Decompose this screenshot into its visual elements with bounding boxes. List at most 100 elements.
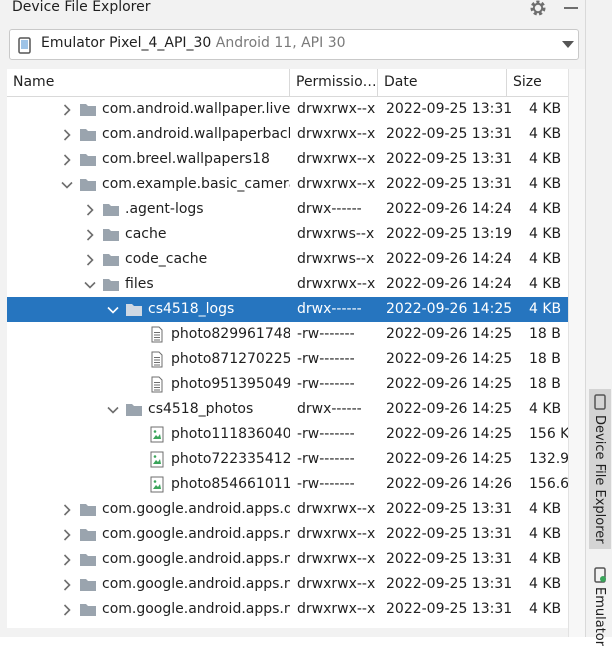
- table-row[interactable]: com.example.basic_camera drwxrwx--x 2022-0…: [7, 172, 568, 197]
- permissions-cell: drwxrws--x: [297, 226, 375, 242]
- horizontal-scrollbar[interactable]: [7, 628, 568, 637]
- chevron-right-icon[interactable]: [84, 204, 96, 216]
- tab-device-file-explorer[interactable]: Device File Explorer: [589, 389, 611, 549]
- chevron-right-icon[interactable]: [84, 229, 96, 241]
- device-dropdown[interactable]: Emulator Pixel_4_API_30 Android 11, API …: [9, 29, 579, 60]
- permissions-cell: drwxrwx--x: [297, 101, 376, 117]
- name-cell: com.example.basic_camera: [7, 172, 290, 197]
- table-row[interactable]: com.google.android.apps.m drwxrwx--x 2022-…: [7, 522, 568, 547]
- folder-icon: [103, 204, 119, 216]
- table-row[interactable]: com.android.wallpaperback drwxrwx--x 2022-…: [7, 122, 568, 147]
- column-header-name[interactable]: Name: [7, 69, 290, 96]
- folder-icon: [80, 604, 96, 616]
- chevron-right-icon[interactable]: [61, 604, 73, 616]
- device-label: Emulator Pixel_4_API_30 Android 11, API …: [41, 35, 346, 51]
- table-row[interactable]: com.google.android.apps.ne drwxrwx--x 2022…: [7, 597, 568, 622]
- permissions-cell: drwxrwx--x: [297, 276, 376, 292]
- chevron-right-icon[interactable]: [61, 554, 73, 566]
- size-cell: 4 KB: [529, 126, 562, 142]
- name-cell: code_cache: [7, 247, 290, 272]
- gear-icon[interactable]: [528, 0, 548, 18]
- date-cell: 2022-09-25 13:31: [386, 101, 511, 117]
- table-row[interactable]: com.google.android.apps.ne drwxrwx--x 2022…: [7, 572, 568, 597]
- name-cell: photo8546610113: [7, 472, 290, 497]
- name-cell: photo8712702256: [7, 347, 290, 372]
- table-row[interactable]: .agent-logs drwx------ 2022-09-26 14:24 4 K…: [7, 197, 568, 222]
- file-name: com.google.android.apps.do: [102, 501, 290, 517]
- vertical-scrollbar[interactable]: [568, 69, 586, 637]
- tab-device-file-explorer-label: Device File Explorer: [592, 415, 607, 544]
- chevron-right-icon[interactable]: [61, 154, 73, 166]
- table-row[interactable]: com.android.wallpaper.livep drwxrwx--x 202…: [7, 97, 568, 122]
- text-file-icon: [151, 351, 163, 368]
- file-name: photo7223354125: [171, 451, 290, 467]
- date-cell: 2022-09-26 14:24: [386, 251, 511, 267]
- name-cell: cache: [7, 222, 290, 247]
- file-name: com.breel.wallpapers18: [102, 151, 270, 167]
- permissions-cell: drwxrws--x: [297, 251, 375, 267]
- size-cell: 18 B: [529, 351, 561, 367]
- chevron-down-icon[interactable]: [107, 304, 119, 316]
- name-cell: com.android.wallpaper.livep: [7, 97, 290, 122]
- table-row[interactable]: cs4518_photos drwx------ 2022-09-26 14:25 4…: [7, 397, 568, 422]
- file-name: cs4518_logs: [148, 301, 235, 317]
- date-cell: 2022-09-25 13:31: [386, 551, 511, 567]
- file-name: com.google.android.apps.ne: [102, 601, 290, 617]
- tool-window-header: Device File Explorer: [0, 0, 585, 22]
- size-cell: 4 KB: [529, 176, 562, 192]
- size-cell: 4 KB: [529, 551, 562, 567]
- column-header-permissions[interactable]: Permissio…: [290, 69, 378, 96]
- table-row[interactable]: photo7223354125 -rw------- 2022-09-26 14:2…: [7, 447, 568, 472]
- chevron-right-icon[interactable]: [61, 504, 73, 516]
- file-name: com.google.android.apps.m: [102, 551, 290, 567]
- table-row[interactable]: photo9513950497 -rw------- 2022-09-26 14:2…: [7, 372, 568, 397]
- chevron-right-icon[interactable]: [61, 104, 73, 116]
- column-header-size[interactable]: Size: [507, 69, 568, 96]
- table-row[interactable]: cache drwxrws--x 2022-09-25 13:19 4 KB: [7, 222, 568, 247]
- table-row[interactable]: code_cache drwxrws--x 2022-09-26 14:24 4 KB: [7, 247, 568, 272]
- file-tree: com.android.wallpaper.livep drwxrwx--x 202…: [7, 97, 568, 637]
- chevron-down-icon[interactable]: [107, 404, 119, 416]
- table-row[interactable]: files drwxrwx--x 2022-09-26 14:24 4 KB: [7, 272, 568, 297]
- name-cell: photo7223354125: [7, 447, 290, 472]
- name-cell: cs4518_logs: [7, 297, 290, 322]
- chevron-right-icon[interactable]: [61, 129, 73, 141]
- tab-emulator[interactable]: Emulator: [589, 563, 611, 646]
- emulator-icon: [594, 567, 606, 583]
- permissions-cell: drwxrwx--x: [297, 176, 376, 192]
- size-cell: 4 KB: [529, 301, 562, 317]
- table-row[interactable]: photo1118360406 -rw------- 2022-09-26 14:2…: [7, 422, 568, 447]
- name-cell: com.breel.wallpapers18: [7, 147, 290, 172]
- table-row[interactable]: photo8712702256 -rw------- 2022-09-26 14:2…: [7, 347, 568, 372]
- device-name: Emulator Pixel_4_API_30: [41, 35, 212, 51]
- size-cell: 18 B: [529, 326, 561, 342]
- chevron-right-icon[interactable]: [61, 529, 73, 541]
- size-cell: 4 KB: [529, 201, 562, 217]
- permissions-cell: -rw-------: [297, 376, 355, 392]
- date-cell: 2022-09-26 14:26: [386, 476, 511, 492]
- chevron-down-icon[interactable]: [84, 279, 96, 291]
- permissions-cell: drwxrwx--x: [297, 126, 376, 142]
- folder-icon: [80, 529, 96, 541]
- table-row[interactable]: cs4518_logs drwx------ 2022-09-26 14:25 4 K…: [7, 297, 568, 322]
- table-row[interactable]: photo8299617481 -rw------- 2022-09-26 14:2…: [7, 322, 568, 347]
- chevron-down-icon[interactable]: [61, 179, 73, 191]
- left-gutter: [0, 69, 7, 637]
- size-cell: 156.6 KB: [529, 476, 568, 492]
- folder-icon: [80, 104, 96, 116]
- table-row[interactable]: com.breel.wallpapers18 drwxrwx--x 2022-09-…: [7, 147, 568, 172]
- tool-window-title: Device File Explorer: [12, 0, 151, 15]
- name-cell: com.google.android.apps.ne: [7, 572, 290, 597]
- chevron-right-icon[interactable]: [84, 254, 96, 266]
- name-cell: com.google.android.apps.m: [7, 547, 290, 572]
- size-cell: 132.9 KB: [529, 451, 568, 467]
- chevron-right-icon[interactable]: [61, 579, 73, 591]
- table-row[interactable]: com.google.android.apps.do drwxrwx--x 2022…: [7, 497, 568, 522]
- table-row[interactable]: com.google.android.apps.m drwxrwx--x 2022-…: [7, 547, 568, 572]
- chevron-down-icon[interactable]: [562, 41, 574, 49]
- permissions-cell: drwx------: [297, 301, 362, 317]
- column-header-date[interactable]: Date: [378, 69, 507, 96]
- file-name: com.example.basic_camera: [102, 176, 290, 192]
- minimize-icon[interactable]: [562, 0, 580, 17]
- table-row[interactable]: photo8546610113 -rw------- 2022-09-26 14:2…: [7, 472, 568, 497]
